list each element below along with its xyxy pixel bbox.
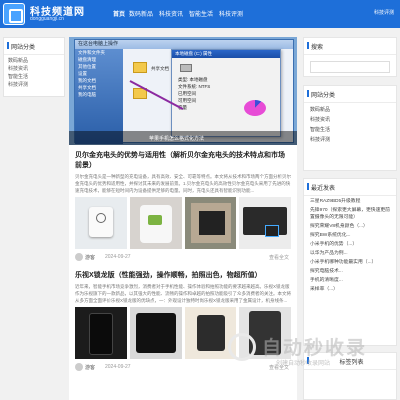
recent-post-link[interactable]: 三星RAZ9BD5升级教程 bbox=[310, 198, 390, 205]
right-category-item[interactable]: 科技评测 bbox=[310, 135, 390, 145]
right-category-title: 网站分类 bbox=[304, 86, 396, 103]
folder-icon bbox=[133, 62, 147, 73]
dialog-row: 文件系统: NTFS bbox=[178, 84, 211, 89]
nav-item-smart-life[interactable]: 智能生活 bbox=[186, 9, 216, 18]
left-category-list: 数码新品 科技资讯 智能生活 科技评测 bbox=[4, 55, 64, 91]
right-category-item[interactable]: 数码新品 bbox=[310, 105, 390, 115]
dialog-row: 已用空间 bbox=[178, 91, 196, 96]
read-more-link[interactable]: 查看全文 bbox=[269, 254, 289, 261]
nav-item-news[interactable]: 科技资讯 bbox=[156, 9, 186, 18]
left-category-item[interactable]: 智能生活 bbox=[8, 73, 60, 81]
main-nav: 首页 数码新品 科技资讯 智能生活 科技评测 bbox=[112, 9, 246, 18]
avatar bbox=[75, 363, 83, 371]
watermark: 自动秒收录 创建自动秒收录网站 bbox=[228, 333, 388, 377]
left-category-item[interactable]: 科技评测 bbox=[8, 81, 60, 89]
article-image[interactable] bbox=[239, 197, 291, 249]
article-author[interactable]: 游客 bbox=[85, 364, 95, 371]
avatar bbox=[75, 253, 83, 261]
banner-caption-bar: 苹果手机怎么格式化方法 bbox=[69, 131, 297, 145]
article-excerpt: 贝尔金充电头是一种新型的充电设备，具有高效、安全、可靠等特点。本文将从技术和市场… bbox=[75, 174, 291, 193]
recent-post-link[interactable]: 探究电脑技术... bbox=[310, 268, 390, 275]
nav-item-review[interactable]: 科技评测 bbox=[216, 9, 246, 18]
disk-icon bbox=[180, 64, 192, 72]
left-category-title: 网站分类 bbox=[4, 38, 64, 55]
article-image[interactable] bbox=[184, 197, 237, 249]
article-date: 2024-09-27 bbox=[105, 254, 131, 260]
article-author[interactable]: 游客 bbox=[85, 254, 95, 261]
dialog-row: 类型: 本地磁盘 bbox=[178, 77, 208, 82]
search-input[interactable] bbox=[310, 61, 390, 73]
article-thumbnails bbox=[75, 197, 291, 249]
right-category-item[interactable]: 智能生活 bbox=[310, 125, 390, 135]
right-category-box: 网站分类 数码新品 科技资讯 智能生活 科技评测 bbox=[303, 85, 397, 171]
explorer-task: 我的电脑 bbox=[78, 92, 96, 97]
explorer-title: 在这台电脑上操作 bbox=[75, 40, 293, 49]
recent-posts-title: 最近发表 bbox=[304, 179, 396, 196]
recent-post-link[interactable]: 手机的清晰度... bbox=[310, 277, 390, 284]
recent-post-link[interactable]: 探究荣耀V8机身颜色（...） bbox=[310, 223, 390, 230]
article-title[interactable]: 乐视X锁龙版（性能强劲，操作顺畅，拍照出色，物超所值） bbox=[75, 271, 291, 281]
watermark-subtext: 创建自动秒收录网站 bbox=[276, 361, 331, 367]
article-date: 2024-09-27 bbox=[105, 364, 131, 370]
site-header: 科技频道网 dongguangji.cn 首页 数码新品 科技资讯 智能生活 科… bbox=[0, 0, 400, 28]
left-category-item[interactable]: 数码新品 bbox=[8, 57, 60, 65]
site-domain: dongguangji.cn bbox=[30, 16, 64, 22]
article-excerpt: 近年来，智能手机市场竞争激烈，消费者对于手机性能、操作体验和拍照功能的要求越来越… bbox=[75, 284, 291, 303]
explorer-task: 其他位置 bbox=[78, 64, 96, 69]
dialog-title: 本地磁盘 (C:) 属性 bbox=[172, 50, 280, 58]
search-title: 搜索 bbox=[304, 38, 396, 55]
header-right-link[interactable]: 科技评测 bbox=[374, 9, 394, 16]
featured-banner[interactable]: 在这台电脑上操作 文件和文件夹 磁盘清理 其他位置 设置 我的文档 共享文档 我… bbox=[69, 37, 297, 145]
explorer-sidebar: 文件和文件夹 磁盘清理 其他位置 设置 我的文档 共享文档 我的电脑 bbox=[75, 49, 123, 144]
explorer-task: 磁盘清理 bbox=[78, 57, 96, 62]
article-card: 贝尔金充电头的优势与适用性（解析贝尔金充电头的技术特点和市场前景） 贝尔金充电头… bbox=[69, 151, 297, 263]
article-meta: 游客 2024-09-27 查看全文 bbox=[75, 253, 291, 263]
recent-post-link[interactable]: 小米手机的优势（...） bbox=[310, 241, 390, 248]
recent-post-link[interactable]: 采样率（...） bbox=[310, 286, 390, 293]
article-image[interactable] bbox=[129, 307, 182, 359]
left-category-box: 网站分类 数码新品 科技资讯 智能生活 科技评测 bbox=[3, 37, 65, 97]
search-box: 搜索 bbox=[303, 37, 397, 77]
right-category-item[interactable]: 科技资讯 bbox=[310, 115, 390, 125]
explorer-task: 共享文档 bbox=[78, 85, 96, 90]
recent-post-link[interactable]: 以华为产品为例... bbox=[310, 250, 390, 257]
article-image[interactable] bbox=[129, 197, 182, 249]
article-image[interactable] bbox=[75, 197, 127, 249]
nav-item-home[interactable]: 首页 bbox=[112, 9, 126, 18]
explorer-task: 文件和文件夹 bbox=[78, 50, 105, 55]
banner-caption[interactable]: 苹果手机怎么格式化方法 bbox=[149, 135, 204, 142]
explorer-task: 我的文档 bbox=[78, 78, 96, 83]
explorer-task: 设置 bbox=[78, 71, 87, 76]
article-title[interactable]: 贝尔金充电头的优势与适用性（解析贝尔金充电头的技术特点和市场前景） bbox=[75, 151, 291, 171]
recent-posts-list: 三星RAZ9BD5升级教程 先锋970（探索更大屏幕，更快速更前置摄像头的无限可… bbox=[304, 196, 396, 297]
recent-post-link[interactable]: 先锋970（探索更大屏幕，更快速更前置摄像头的无限可能） bbox=[310, 207, 390, 221]
logo-icon[interactable] bbox=[3, 3, 25, 25]
watermark-logo-icon bbox=[228, 333, 256, 361]
explorer-window: 在这台电脑上操作 文件和文件夹 磁盘清理 其他位置 设置 我的文档 共享文档 我… bbox=[74, 39, 294, 144]
article-image[interactable] bbox=[75, 307, 127, 359]
disk-usage-pie bbox=[244, 100, 266, 116]
folder-label: 共享文档 bbox=[151, 66, 169, 71]
recent-post-link[interactable]: 探究BW系统优化... bbox=[310, 232, 390, 239]
nav-item-digital[interactable]: 数码新品 bbox=[126, 9, 156, 18]
watermark-text: 自动秒收录 bbox=[262, 338, 368, 359]
right-category-list: 数码新品 科技资讯 智能生活 科技评测 bbox=[304, 103, 396, 147]
properties-dialog: 本地磁盘 (C:) 属性 类型: 本地磁盘 文件系统: NTFS 已用空间 可用… bbox=[171, 49, 281, 137]
recent-posts-box: 最近发表 三星RAZ9BD5升级教程 先锋970（探索更大屏幕，更快速更前置摄像… bbox=[303, 178, 397, 346]
recent-post-link[interactable]: 小米手机哪种功能最实用（...） bbox=[310, 259, 390, 266]
left-category-item[interactable]: 科技资讯 bbox=[8, 65, 60, 73]
